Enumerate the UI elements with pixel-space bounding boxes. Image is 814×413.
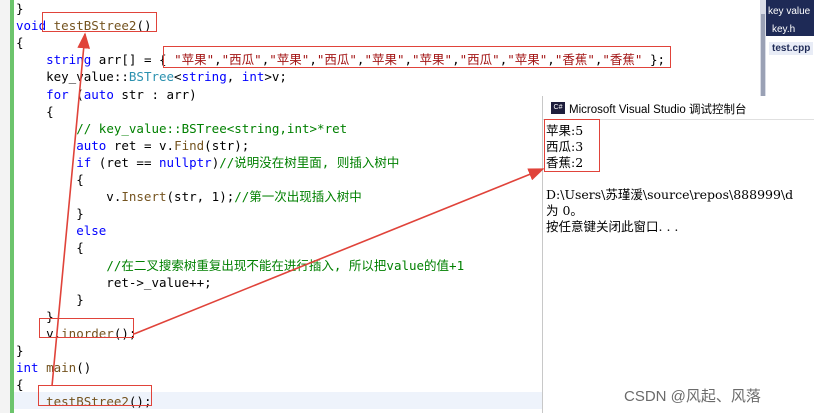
code-token: { (16, 35, 24, 51)
code-token: } (16, 291, 84, 307)
code-token: Insert (121, 189, 167, 205)
code-line[interactable]: { (16, 103, 54, 120)
debug-console-window: C# Microsoft Visual Studio 调试控制台 苹果:5 西瓜… (542, 96, 814, 413)
highlight-box-main-call (38, 385, 152, 406)
highlight-box-console-result (544, 119, 600, 172)
code-token: { (16, 103, 54, 119)
code-token: str : arr) (113, 86, 197, 102)
highlight-box-function-name (42, 12, 157, 32)
code-token: { (16, 240, 84, 256)
code-token: (str, 1); (166, 189, 235, 205)
code-token: //在二叉搜索树重复出现不能在进行插入, 所以把value的值+1 (106, 257, 465, 273)
code-token: () (76, 360, 92, 376)
code-token: else (76, 223, 107, 239)
code-token: for (46, 86, 69, 102)
console-titlebar[interactable]: C# Microsoft Visual Studio 调试控制台 (543, 96, 814, 120)
code-line[interactable]: for (auto str : arr) (16, 86, 197, 103)
code-line[interactable]: } (16, 205, 84, 222)
code-token: if (76, 154, 92, 170)
code-token: Find (174, 137, 205, 153)
code-line[interactable]: // key_value::BSTree<string,int>*ret (16, 120, 347, 137)
console-title: Microsoft Visual Studio 调试控制台 (569, 104, 747, 116)
code-token: < (174, 69, 182, 85)
console-output-line: 按任意键关闭此窗口. . . (546, 219, 679, 234)
code-token: auto (83, 86, 114, 102)
code-token: } (16, 206, 84, 222)
code-line[interactable]: } (16, 291, 84, 308)
code-line[interactable]: if (ret == nullptr)//说明没在树里面, 则插入树中 (16, 154, 399, 171)
code-token: { (16, 377, 24, 393)
code-line[interactable]: //在二叉搜索树重复出现不能在进行插入, 所以把value的值+1 (16, 257, 464, 274)
code-token: //说明没在树里面, 则插入树中 (219, 154, 400, 170)
code-token: } (16, 343, 24, 358)
scrollbar-thumb[interactable] (761, 14, 765, 104)
watermark: CSDN @风起、风落 (624, 388, 761, 405)
code-token: int (16, 360, 39, 376)
visual-studio-console-icon: C# (551, 102, 565, 114)
code-line[interactable]: key_value::BSTree<string, int>v; (16, 68, 287, 85)
code-token: arr[] = { (91, 52, 175, 68)
code-token: >v; (264, 69, 287, 85)
code-line[interactable]: { (16, 376, 24, 393)
code-token: v. (16, 189, 122, 205)
highlight-box-array-initializer (163, 46, 671, 68)
code-token: int (241, 69, 265, 85)
highlight-box-inorder-call (39, 318, 134, 338)
code-token: key_value:: (16, 69, 129, 85)
code-token: main (46, 360, 77, 376)
code-line[interactable]: auto ret = v.Find(str); (16, 137, 249, 154)
change-tracking-bar (10, 0, 14, 413)
code-token: , (226, 69, 242, 85)
console-output-line: D:\Users\苏瑾湲\source\repos\888999\d (546, 187, 794, 202)
code-line[interactable]: } (16, 342, 24, 359)
code-token: BSTree (128, 69, 175, 85)
code-line[interactable]: } (16, 0, 24, 17)
code-token: nullptr (159, 154, 212, 170)
code-token: ( (68, 86, 84, 102)
code-line[interactable]: ret->_value++; (16, 274, 212, 291)
console-output-line: 为 0。 (546, 203, 583, 218)
code-token: } (16, 1, 24, 16)
code-token: string (181, 69, 227, 85)
tree-item-project[interactable]: key value (768, 6, 810, 17)
code-token: { (16, 172, 84, 187)
code-token: (str); (204, 137, 250, 153)
code-token: string (46, 52, 92, 68)
code-token: ret->_value++; (16, 274, 212, 290)
code-token: auto (76, 137, 107, 153)
code-token: // key_value::BSTree<string,int>*ret (76, 120, 348, 136)
tree-item-key-h[interactable]: key.h (772, 24, 795, 35)
code-line[interactable]: v.Insert(str, 1);//第一次出现插入树中 (16, 188, 362, 205)
code-token: (ret == (91, 154, 160, 170)
code-line[interactable]: { (16, 171, 84, 188)
code-token: //第一次出现插入树中 (234, 189, 362, 205)
code-line[interactable]: { (16, 239, 84, 256)
code-token: ret = v. (106, 137, 175, 153)
code-line[interactable]: { (16, 34, 24, 51)
code-line[interactable]: else (16, 222, 106, 239)
tree-item-test-cpp[interactable]: test.cpp (769, 42, 814, 55)
code-line[interactable]: int main() (16, 359, 91, 376)
